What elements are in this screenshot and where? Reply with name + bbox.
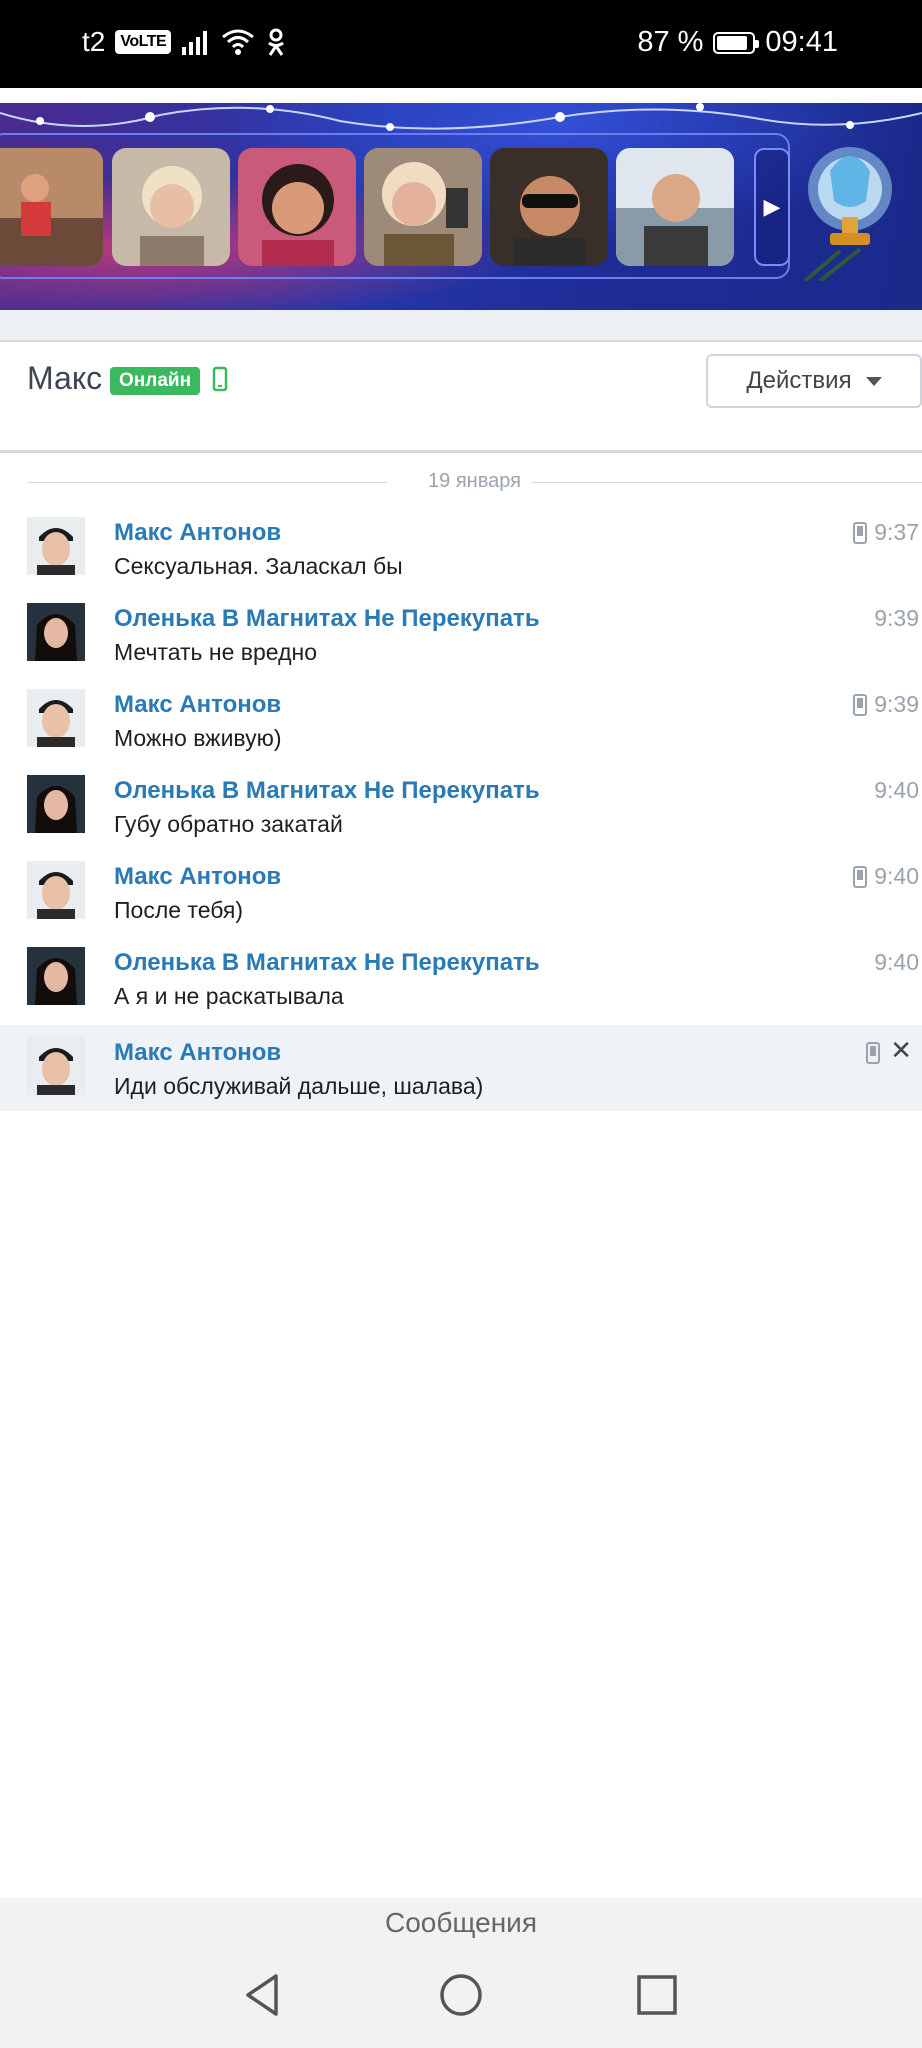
status-right: 87 % 09:41 [637,26,838,59]
friend-photo[interactable] [364,148,482,266]
message-text: Сексуальная. Заласкал бы [114,553,403,579]
message-text: Мечтать не вредно [114,639,317,665]
trophy-icon[interactable] [800,131,900,281]
message-item[interactable]: Оленька В Магнитах Не Перекупать Губу об… [0,763,922,849]
actions-dropdown[interactable]: Действия [706,354,922,408]
friend-photo[interactable] [490,148,608,266]
holiday-banner: ▶ [0,103,922,310]
message-time: 9:40 [874,863,919,889]
friend-photo[interactable] [238,148,356,266]
wifi-icon [222,29,255,55]
message-time: 9:39 [874,691,919,717]
battery-icon [713,31,760,54]
battery-fill [717,35,747,50]
status-left: t2 VoLTE [82,26,287,58]
message-item[interactable]: Макс Антонов После тебя) 9:40 [0,849,922,935]
back-icon[interactable] [238,1970,288,2020]
friend-photo[interactable] [0,148,103,266]
mobile-phone-icon [853,522,867,544]
message-time: 9:40 [874,949,919,975]
volte-badge: VoLTE [115,30,172,54]
status-bar: t2 VoLTE 87 % 09:41 [0,0,922,88]
actions-label: Действия [746,367,852,394]
message-time: 9:39 [874,605,919,631]
message-author[interactable]: Оленька В Магнитах Не Перекупать [114,949,540,977]
avatar[interactable] [27,1037,85,1095]
message-author[interactable]: Макс Антонов [114,863,281,891]
avatar[interactable] [27,947,85,1005]
bottom-title: Сообщения [0,1898,922,1948]
message-author[interactable]: Макс Антонов [114,1039,281,1067]
chevron-down-icon [865,376,882,386]
mobile-phone-icon [853,866,867,888]
message-item-selected[interactable]: Макс Антонов Иди обслуживай дальше, шала… [0,1025,922,1111]
avatar[interactable] [27,861,85,919]
friend-photo[interactable] [112,148,230,266]
message-time: 9:37 [874,519,919,545]
odnoklassniki-icon [268,28,285,56]
avatar[interactable] [27,775,85,833]
message-author[interactable]: Макс Антонов [114,691,281,719]
delete-message-icon[interactable]: ✕ [890,1035,912,1066]
recent-apps-icon[interactable] [632,1970,682,2020]
message-author[interactable]: Оленька В Магнитах Не Перекупать [114,605,540,633]
system-nav-bar [0,1948,922,2048]
message-item[interactable]: Оленька В Магнитах Не Перекупать А я и н… [0,935,922,1021]
friend-photo[interactable] [616,148,734,266]
arrow-right-icon[interactable]: ▶ [754,148,790,266]
message-text: Губу обратно закатай [114,811,343,837]
clock: 09:41 [765,26,838,58]
signal-icon [182,31,208,55]
avatar[interactable] [27,603,85,661]
date-separator: 19 января [27,470,922,494]
message-item[interactable]: Оленька В Магнитах Не Перекупать Мечтать… [0,591,922,677]
message-time: 9:40 [874,777,919,803]
message-text: После тебя) [114,897,244,923]
message-author[interactable]: Оленька В Магнитах Не Перекупать [114,777,540,805]
conversation-header: Макс Онлайн Действия [0,342,922,453]
avatar[interactable] [27,517,85,575]
message-text: А я и не раскатывала [114,983,344,1009]
banner-divider [0,310,922,342]
mobile-phone-icon [866,1042,880,1064]
message-author[interactable]: Макс Антонов [114,519,281,547]
message-text: Иди обслуживай дальше, шалава) [114,1073,484,1099]
message-text: Можно вживую) [114,725,282,751]
message-item[interactable]: Макс Антонов Можно вживую) 9:39 [0,677,922,763]
date-label: 19 января [418,470,531,492]
online-badge: Онлайн [110,367,201,395]
home-icon[interactable] [436,1970,486,2020]
avatar[interactable] [27,689,85,747]
carrier-label: t2 [82,26,106,57]
contact-name[interactable]: Макс [27,360,102,397]
message-item[interactable]: Макс Антонов Сексуальная. Заласкал бы 9:… [0,505,922,591]
mobile-phone-icon [212,366,228,392]
mobile-phone-icon [853,694,867,716]
battery-percent: 87 % [637,26,704,58]
